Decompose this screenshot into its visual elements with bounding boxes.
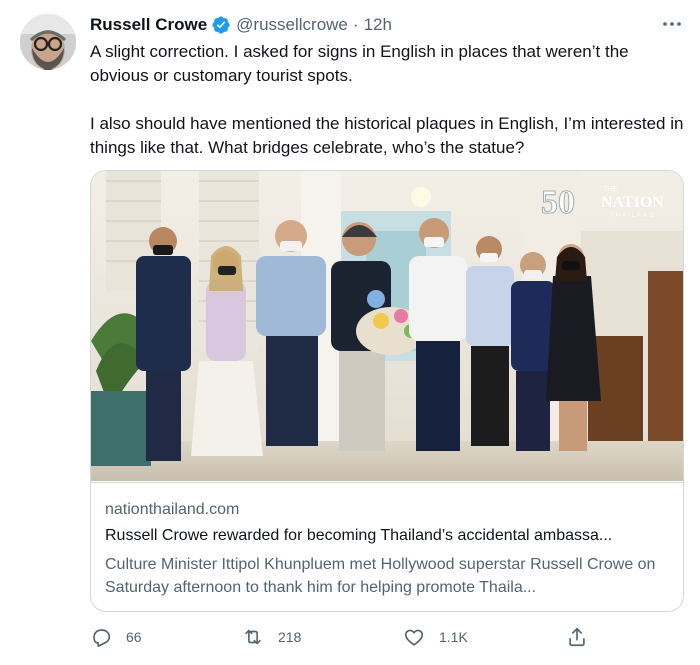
share-button[interactable] xyxy=(566,622,602,652)
verified-icon xyxy=(211,15,231,35)
watermark-brand: NATION xyxy=(601,194,664,211)
header-separator: · xyxy=(352,15,359,34)
like-button[interactable]: 1.1K xyxy=(403,622,468,652)
watermark-number: 50 xyxy=(541,184,575,221)
tweet-timestamp[interactable]: 12h xyxy=(364,15,392,35)
like-count: 1.1K xyxy=(439,629,468,645)
tweet-header: Russell Crowe @russellcrowe · 12h xyxy=(90,13,680,37)
tweet-text: A slight correction. I asked for signs i… xyxy=(90,40,690,160)
reply-count: 66 xyxy=(126,629,142,645)
watermark-the: THE xyxy=(603,186,617,193)
retweet-button[interactable]: 218 xyxy=(242,622,301,652)
action-bar: 66 218 1.1K xyxy=(90,622,690,652)
retweet-icon xyxy=(245,629,261,645)
tweet-paragraph-1: A slight correction. I asked for signs i… xyxy=(90,42,629,85)
card-description: Culture Minister Ittipol Khunpluem met H… xyxy=(105,556,656,596)
card-info[interactable]: nationthailand.com Russell Crowe rewarde… xyxy=(91,482,683,611)
like-icon xyxy=(404,629,424,646)
reply-button[interactable]: 66 xyxy=(90,622,142,652)
card-domain: nationthailand.com xyxy=(105,501,240,518)
tweet-paragraph-2: I also should have mentioned the histori… xyxy=(90,114,684,157)
retweet-count: 218 xyxy=(278,629,302,645)
avatar[interactable] xyxy=(20,14,76,70)
author-name[interactable]: Russell Crowe xyxy=(90,15,207,35)
author-handle[interactable]: @russellcrowe xyxy=(236,15,348,35)
link-card[interactable]: 50 THE NATION THAILAND nationthailand.co… xyxy=(90,170,684,612)
card-title: Russell Crowe rewarded for becoming Thai… xyxy=(105,527,613,544)
watermark-sub: THAILAND xyxy=(610,213,656,219)
tweet: Russell Crowe @russellcrowe · 12h A slig… xyxy=(0,0,700,665)
avatar-image xyxy=(20,14,76,70)
card-image[interactable]: 50 THE NATION THAILAND xyxy=(91,171,683,481)
more-icon[interactable] xyxy=(660,14,684,34)
reply-icon xyxy=(93,629,111,647)
share-icon xyxy=(569,627,585,647)
